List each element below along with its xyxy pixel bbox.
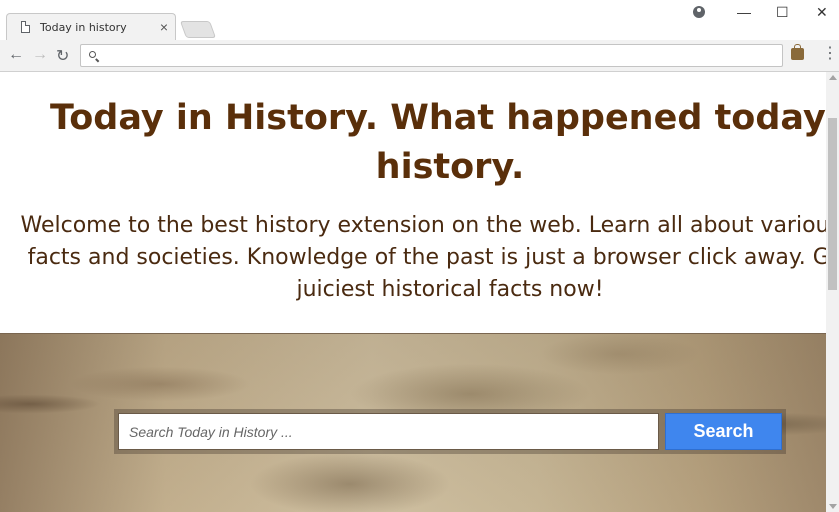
menu-icon[interactable]: ⋮: [822, 46, 838, 62]
back-icon[interactable]: ←: [8, 46, 24, 64]
intro-line-2: facts and societies. Knowledge of the pa…: [27, 245, 826, 270]
scroll-down-icon[interactable]: [829, 504, 837, 509]
headline-line-1: Today in History. What happened today i: [50, 98, 826, 138]
extension-icon[interactable]: [791, 44, 804, 60]
page-icon: [21, 21, 30, 33]
browser-tab[interactable]: Today in history ×: [6, 13, 176, 40]
headline-line-2: history.: [375, 147, 525, 187]
search-form: Search: [114, 409, 786, 454]
profile-icon[interactable]: [693, 6, 705, 18]
reload-icon[interactable]: ↻: [56, 46, 69, 66]
scroll-thumb[interactable]: [828, 118, 837, 290]
minimize-icon[interactable]: —: [737, 4, 751, 20]
address-input[interactable]: [103, 45, 777, 68]
scroll-up-icon[interactable]: [829, 75, 837, 80]
hero-banner: Search: [0, 333, 826, 512]
search-input[interactable]: [118, 413, 659, 450]
close-icon[interactable]: ×: [160, 19, 168, 35]
tab-strip: Today in history × — ☐ ✕: [0, 0, 839, 40]
new-tab-button[interactable]: [179, 21, 217, 38]
window-close-icon[interactable]: ✕: [816, 4, 828, 21]
vertical-scrollbar[interactable]: [826, 72, 839, 512]
page-viewport: Today in History. What happened today i …: [0, 72, 826, 512]
maximize-icon[interactable]: ☐: [776, 4, 789, 21]
page-title: Today in History. What happened today i …: [0, 94, 826, 192]
tab-title: Today in history: [40, 21, 127, 34]
search-icon: [89, 51, 96, 58]
search-button[interactable]: Search: [665, 413, 782, 450]
browser-toolbar: ← → ↻ ⋮: [0, 40, 839, 72]
address-bar[interactable]: [80, 44, 783, 68]
intro-line-3: juiciest historical facts now!: [296, 277, 604, 302]
intro-line-1: Welcome to the best history extension on…: [20, 213, 826, 238]
forward-icon[interactable]: →: [32, 46, 48, 64]
intro-text: Welcome to the best history extension on…: [0, 210, 826, 306]
